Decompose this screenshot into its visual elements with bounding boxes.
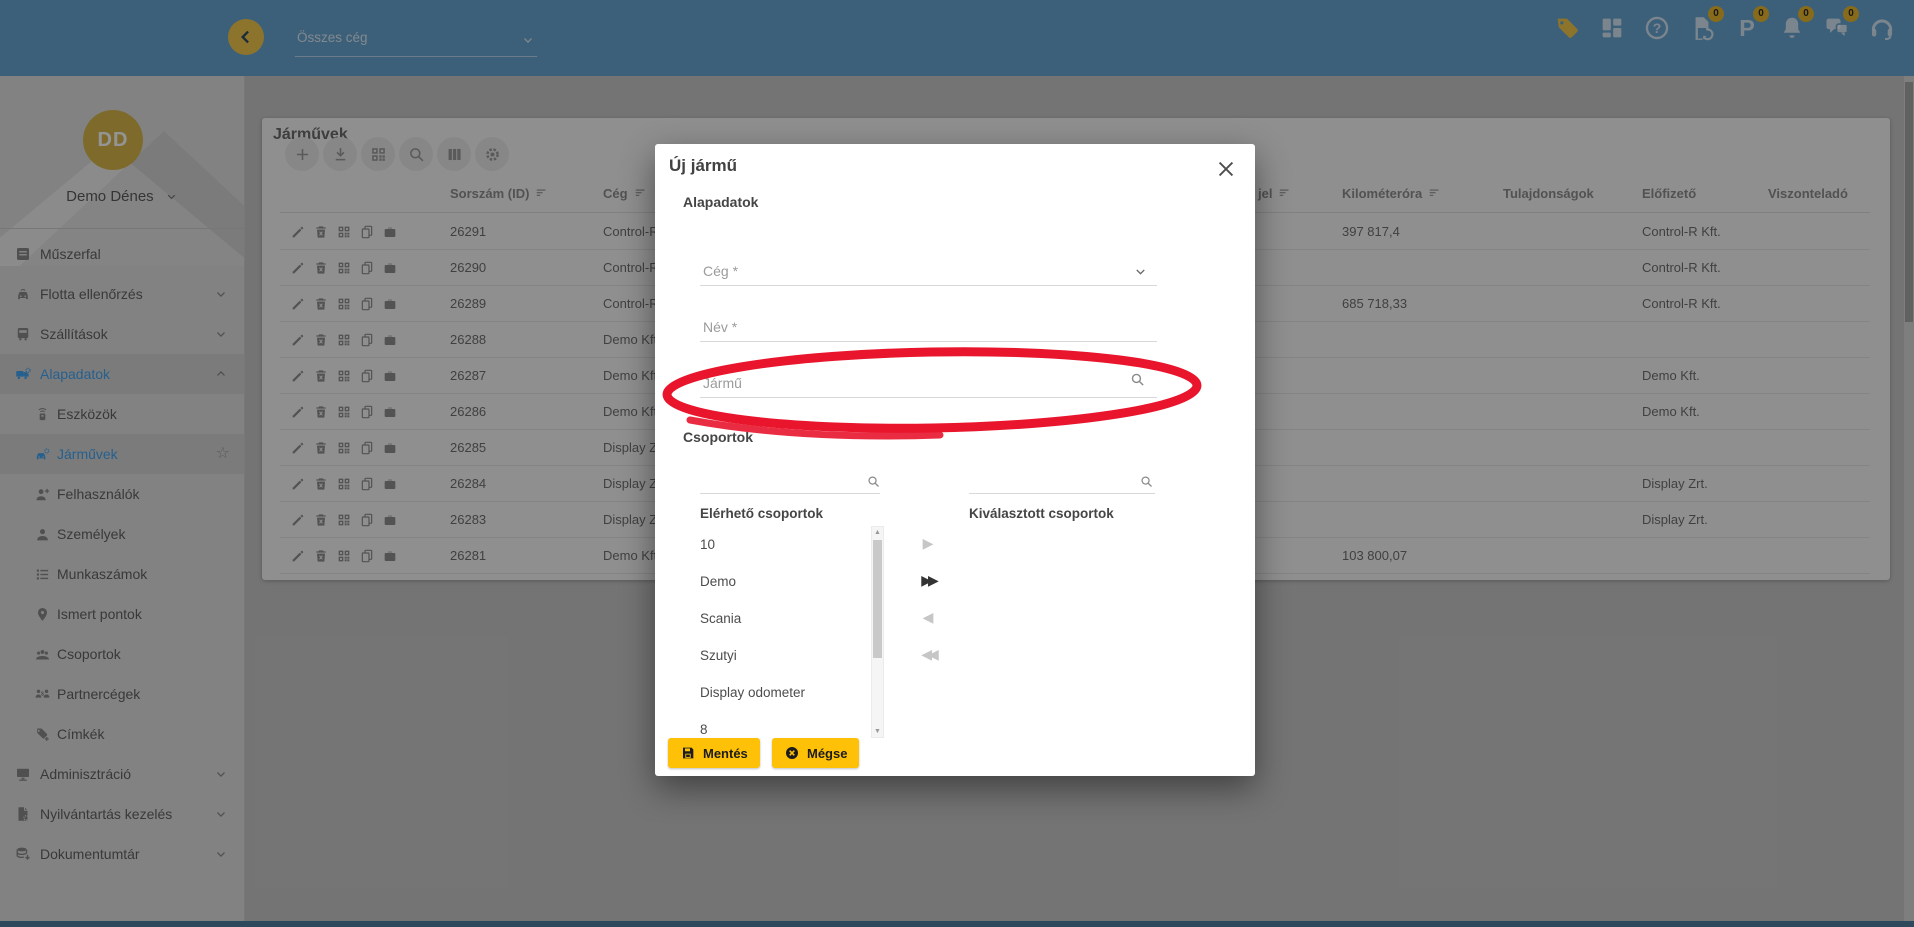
search-icon	[1139, 474, 1154, 489]
vehicle-field[interactable]	[700, 368, 1157, 398]
scroll-up-icon[interactable]: ▲	[872, 529, 883, 536]
available-groups-search-input[interactable]	[700, 470, 880, 494]
dialog-title: Új jármű	[669, 156, 737, 176]
selected-groups-search-input[interactable]	[969, 470, 1155, 494]
search-icon[interactable]	[1129, 371, 1146, 388]
list-scrollbar[interactable]: ▲ ▼	[871, 526, 884, 738]
move-right-icon[interactable]: ▶	[911, 530, 945, 556]
save-icon	[680, 745, 696, 761]
close-icon[interactable]	[1215, 158, 1237, 180]
chevron-down-icon[interactable]	[1133, 264, 1148, 279]
scroll-down-icon[interactable]: ▼	[872, 728, 883, 735]
available-group-item[interactable]: 8	[700, 711, 865, 734]
selected-groups-title: Kiválasztott csoportok	[969, 506, 1114, 521]
search-icon	[866, 474, 881, 489]
move-left-icon[interactable]: ◀	[911, 604, 945, 630]
section-alapadatok: Alapadatok	[683, 194, 758, 210]
available-group-item[interactable]: Display odometer	[700, 674, 865, 711]
move-all-left-icon[interactable]: ◀◀	[911, 641, 945, 667]
name-field[interactable]	[700, 312, 1157, 342]
available-group-item[interactable]: Szutyi	[700, 637, 865, 674]
move-all-right-icon[interactable]: ▶▶	[911, 567, 945, 593]
company-field[interactable]	[700, 256, 1157, 286]
available-groups-title: Elérhető csoportok	[700, 506, 823, 521]
section-csoportok: Csoportok	[683, 429, 753, 445]
list-scrollbar-thumb[interactable]	[873, 540, 882, 658]
cancel-icon	[784, 745, 800, 761]
available-group-item[interactable]: Scania	[700, 600, 865, 637]
available-group-item[interactable]: 10	[700, 526, 865, 563]
available-group-item[interactable]: Demo	[700, 563, 865, 600]
cancel-button[interactable]: Mégse	[772, 738, 859, 768]
new-vehicle-dialog: Új jármű Alapadatok Csoportok Elérhető c…	[655, 144, 1255, 776]
available-groups-list: 10DemoScaniaSzutyiDisplay odometer8	[700, 526, 865, 734]
save-button[interactable]: Mentés	[668, 738, 760, 768]
app-screen: Összes cég 0 0 0 0 DD	[0, 0, 1914, 927]
